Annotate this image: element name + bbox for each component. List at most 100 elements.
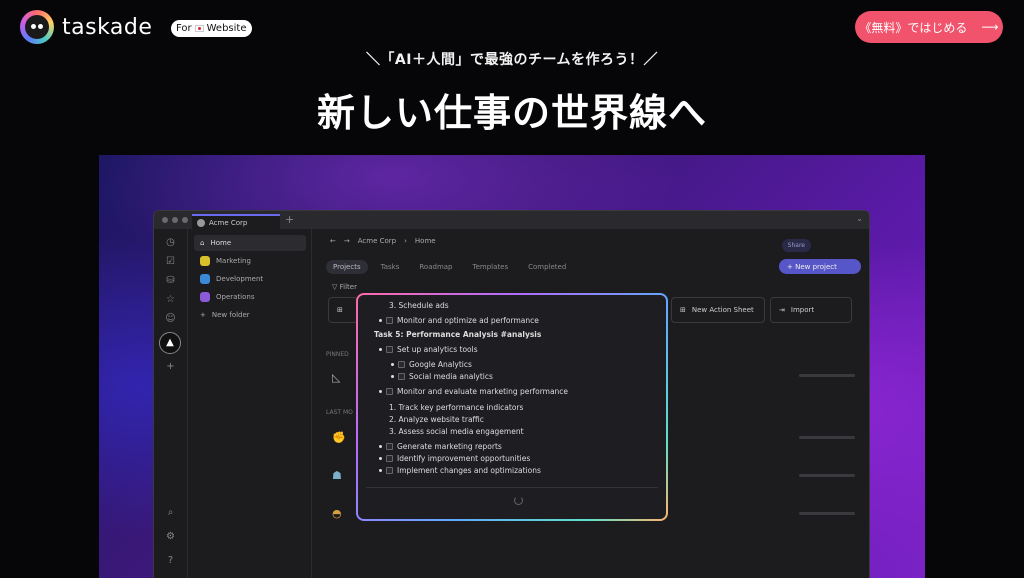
share-button: Share [781, 239, 811, 252]
list-item-text: Monitor and optimize ad performance [397, 316, 539, 325]
list-item: Identify improvement opportunities [379, 454, 530, 463]
star-icon: ☆ [166, 294, 175, 305]
section-last-label: LAST MO [326, 409, 353, 416]
arrow-right-icon: ⟶ [981, 20, 999, 34]
taskade-logo[interactable]: taskade [20, 10, 152, 44]
sidebar-item-label: Operations [216, 293, 255, 301]
checkbox [386, 388, 393, 395]
sidebar-item-label: Home [210, 239, 232, 247]
sidebar: ⌂ Home Marketing Development Operations … [188, 229, 312, 578]
clock-icon: ◷ [166, 237, 175, 248]
sidebar-item-development: Development [194, 271, 306, 287]
sidebar-item-marketing: Marketing [194, 253, 306, 269]
import-icon: ⇥ [779, 306, 785, 314]
ai-generation-popup: 3. Schedule ads Monitor and optimize ad … [356, 293, 668, 521]
list-item: Monitor and optimize ad performance [379, 316, 539, 325]
card-label: New Action Sheet [691, 306, 754, 314]
database-icon: ⛁ [166, 275, 175, 286]
development-icon [200, 274, 210, 284]
sidebar-item-new-folder: + New folder [194, 307, 306, 323]
badge-for-label: For [176, 23, 192, 34]
chevron-down-icon: ⌄ [856, 214, 863, 223]
list-item: Generate marketing reports [379, 442, 502, 451]
sidebar-item-label: New folder [211, 311, 250, 319]
checkbox [386, 443, 393, 450]
hero-headline: 新しい仕事の世界線へ [316, 91, 707, 135]
list-item-text: Google Analytics [409, 360, 472, 369]
start-free-button[interactable]: 《無料》ではじめる ⟶ [855, 11, 1003, 43]
list-item: Monitor and evaluate marketing performan… [379, 387, 568, 396]
sidebar-item-home: ⌂ Home [194, 235, 306, 251]
list-item: 3. Assess social media engagement [389, 427, 524, 436]
list-item-text: Implement changes and optimizations [397, 466, 541, 475]
marketing-icon [200, 256, 210, 266]
filter-icon: ▽ [332, 283, 340, 291]
list-item-text: Monitor and evaluate marketing performan… [397, 387, 569, 396]
tab-templates: Templates [472, 263, 509, 271]
sidebar-item-label: Marketing [216, 257, 251, 265]
breadcrumb-page: Home [414, 237, 436, 245]
row-placeholder [799, 374, 855, 377]
list-item: 2. Analyze website traffic [389, 415, 484, 424]
list-item-text: 2. Analyze website traffic [389, 415, 484, 424]
list-item: Set up analytics tools [379, 345, 478, 354]
list-item-text: 3. Schedule ads [389, 301, 449, 310]
loading-spinner-icon [514, 496, 523, 505]
plus-icon: + [200, 311, 206, 319]
checkbox [386, 467, 393, 474]
task-heading: Task 5: Performance Analysis #analysis [374, 330, 541, 339]
new-project-button: + New project [779, 259, 861, 274]
checkbox [386, 455, 393, 462]
row-placeholder [799, 512, 855, 515]
taskade-logo-icon [20, 10, 54, 44]
section-pinned-label: PINNED [326, 351, 349, 358]
tab-completed: Completed [528, 263, 567, 271]
hero-app-preview: Acme Corp + ⌄ ◷ ☑ ⛁ ☆ ☺ ▲ + ⌕ ⚙ ? ⌂ Home… [99, 155, 925, 578]
row-placeholder [799, 436, 855, 439]
icon-rail: ◷ ☑ ⛁ ☆ ☺ ▲ + ⌕ ⚙ ? [154, 229, 188, 578]
breadcrumb-workspace: Acme Corp [357, 237, 397, 245]
window-titlebar: Acme Corp + ⌄ [154, 211, 869, 229]
back-icon: ← [330, 237, 336, 245]
list-item: 1. Track key performance indicators [389, 403, 523, 412]
list-item: Implement changes and optimizations [379, 466, 541, 475]
tab-projects: Projects [326, 260, 368, 274]
landing-page: taskade For Website 《無料》ではじめる ⟶ ＼「AI＋人間」… [0, 0, 1024, 578]
chevron-right-icon: › [404, 237, 407, 245]
list-item-text: Social media analytics [409, 372, 493, 381]
ruler-icon: ◺ [332, 371, 341, 384]
users-icon: ☺ [165, 313, 176, 324]
template-icon: ⊞ [337, 306, 343, 314]
list-item-text: Identify improvement opportunities [397, 454, 531, 463]
filter-label: Filter [339, 283, 357, 291]
list-item-text: 1. Track key performance indicators [389, 403, 524, 412]
hero-tagline: ＼「AI＋人間」で最強のチームを作ろう！／ [365, 52, 659, 68]
new-tab-icon: + [285, 213, 295, 226]
gear-icon: ⚙ [166, 531, 175, 542]
sidebar-item-label: Development [216, 275, 264, 283]
popup-footer [366, 487, 658, 513]
brand-name: taskade [62, 14, 153, 40]
add-workspace-icon: + [166, 361, 175, 372]
list-item-text: Set up analytics tools [397, 345, 478, 354]
list-item-text: 3. Assess social media engagement [389, 427, 524, 436]
taco-icon: ◓ [332, 507, 342, 520]
checkbox [386, 317, 393, 324]
help-icon: ? [167, 555, 174, 566]
tab-tasks: Tasks [380, 263, 400, 271]
card-label: Import [790, 306, 815, 314]
muscle-icon: ✊ [332, 431, 346, 444]
checkbox [386, 346, 393, 353]
row-placeholder [799, 474, 855, 477]
operations-icon [200, 292, 210, 302]
checkbox [398, 361, 405, 368]
start-free-label: 《無料》ではじめる [859, 20, 968, 35]
popup-content: 3. Schedule ads Monitor and optimize ad … [358, 295, 666, 519]
list-item: Social media analytics [391, 372, 493, 381]
list-item-text: Task 5: Performance Analysis #analysis [374, 330, 542, 339]
filter-button: ▽ Filter [332, 283, 357, 291]
import-card: ⇥ Import [770, 297, 852, 323]
tab-roadmap: Roadmap [419, 263, 453, 271]
browser-tab: Acme Corp [192, 214, 280, 229]
window-controls [162, 217, 188, 223]
